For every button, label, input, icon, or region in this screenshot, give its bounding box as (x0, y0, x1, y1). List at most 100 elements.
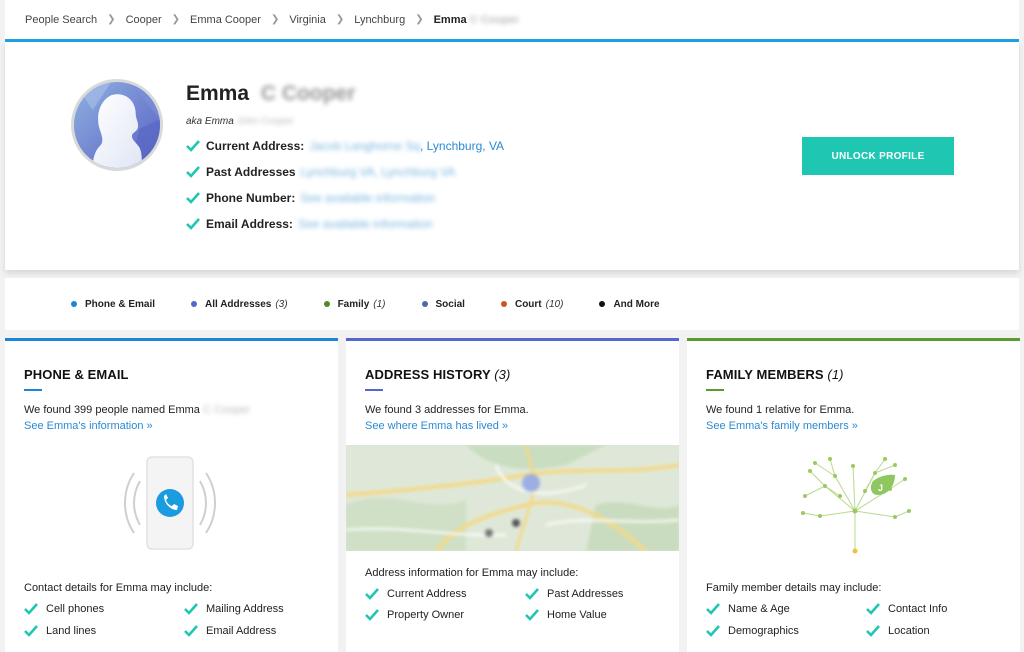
check-icon (365, 588, 379, 600)
check-icon (184, 625, 198, 637)
profile-first-name: Emma (186, 82, 250, 105)
tab-count: (1) (373, 298, 386, 310)
card-found-text: We found 1 relative for Emma. (706, 404, 855, 416)
breadcrumb-lynchburg[interactable]: Lynchburg (354, 14, 405, 26)
tab-label: All Addresses (205, 298, 272, 310)
tab-dot (323, 301, 330, 307)
silhouette-icon (74, 82, 160, 168)
chevron-right-icon: ❯ (171, 14, 181, 25)
tab-social[interactable]: Social (421, 299, 465, 310)
check-icon (706, 603, 720, 615)
current-address-row: Current Address: Jacob Langhorne Sq , Ly… (186, 139, 504, 153)
map-graphic (346, 445, 679, 551)
check-icon (184, 603, 198, 615)
check-icon (186, 166, 200, 178)
category-tabs: Phone & Email All Addresses (3) Family (… (5, 278, 1019, 330)
address-map[interactable] (346, 445, 679, 551)
breadcrumb-current: Emma C Cooper (434, 14, 520, 26)
phone-number-blurred[interactable]: See available information (300, 191, 435, 205)
feature-item: Past Addresses (525, 588, 623, 600)
current-address-value[interactable]: , Lynchburg, VA (420, 139, 504, 153)
feature-item: Current Address (365, 588, 466, 600)
tab-court[interactable]: Court (10) (500, 298, 564, 310)
phone-email-card: PHONE & EMAIL We found 399 people named … (5, 338, 338, 652)
past-addresses-blurred[interactable]: Lynchburg VA, Lynchburg VA (301, 165, 456, 179)
check-icon (24, 625, 38, 637)
see-where-lived-link[interactable]: See where Emma has lived » (365, 420, 508, 432)
chevron-right-icon: ❯ (335, 14, 345, 25)
check-icon (866, 625, 880, 637)
card-title: PHONE & EMAIL (24, 367, 129, 382)
feature-item: Location (866, 625, 930, 637)
breadcrumb-current-blurred: C Cooper (469, 13, 520, 26)
breadcrumb: People Search ❯ Cooper ❯ Emma Cooper ❯ V… (5, 0, 1019, 42)
title-underline (365, 389, 383, 391)
breadcrumb-cooper[interactable]: Cooper (126, 14, 162, 26)
tab-phone-email[interactable]: Phone & Email (71, 299, 155, 310)
check-icon (365, 609, 379, 621)
family-tree-icon: J (801, 457, 911, 554)
feature-item: Name & Age (706, 603, 790, 615)
avatar (71, 79, 163, 171)
feature-item: Email Address (184, 625, 276, 637)
unlock-profile-button[interactable]: UNLOCK PROFILE (802, 137, 954, 175)
tab-and-more[interactable]: And More (599, 298, 660, 310)
see-family-members-link[interactable]: See Emma's family members » (706, 420, 858, 432)
breadcrumb-people-search[interactable]: People Search (25, 14, 97, 26)
email-address-row: Email Address: See available information (186, 217, 433, 231)
feature-item: Home Value (525, 609, 607, 621)
tab-family[interactable]: Family (1) (323, 298, 386, 310)
profile-aka: aka Emma John Cooper (186, 116, 294, 127)
breadcrumb-virginia[interactable]: Virginia (289, 14, 326, 26)
tab-dot (191, 301, 198, 307)
check-icon (24, 603, 38, 615)
profile-card: Emma C Cooper aka Emma John Cooper Curre… (5, 42, 1019, 270)
past-addresses-label: Past Addresses (206, 165, 296, 179)
feature-item: Demographics (706, 625, 799, 637)
tab-count: (3) (275, 298, 288, 310)
chevron-right-icon: ❯ (107, 14, 116, 25)
email-address-blurred[interactable]: See available information (298, 217, 433, 231)
email-address-label: Email Address: (206, 217, 293, 231)
breadcrumb-emma-cooper[interactable]: Emma Cooper (190, 14, 261, 26)
phone-icon (124, 456, 216, 550)
tab-label: Court (514, 298, 542, 310)
profile-aka-label: aka Emma (186, 116, 234, 127)
feature-item: Cell phones (24, 603, 104, 615)
tab-dot (421, 301, 428, 307)
card-found-text: We found 3 addresses for Emma. (365, 404, 529, 416)
breadcrumb-current-name: Emma (433, 13, 467, 26)
tab-label: And More (613, 298, 660, 310)
feature-item: Contact Info (866, 603, 947, 615)
check-icon (525, 588, 539, 600)
card-may-include: Family member details may include: (706, 582, 882, 594)
address-history-card: ADDRESS HISTORY (3) We found 3 addresses… (346, 338, 679, 652)
feature-item: Mailing Address (184, 603, 284, 615)
check-icon (706, 625, 720, 637)
feature-item: Land lines (24, 625, 96, 637)
profile-last-name-blurred: C Cooper (260, 82, 356, 105)
card-title: FAMILY MEMBERS (1) (706, 367, 844, 382)
check-icon (186, 192, 200, 204)
tab-dot (71, 301, 77, 307)
current-address-label: Current Address: (206, 139, 305, 153)
tab-dot (500, 301, 507, 307)
card-may-include: Contact details for Emma may include: (24, 582, 213, 594)
phone-number-label: Phone Number: (206, 191, 296, 205)
title-underline (24, 389, 42, 391)
tab-all-addresses[interactable]: All Addresses (3) (191, 299, 288, 310)
see-information-link[interactable]: See Emma's information » (24, 420, 153, 432)
check-icon (525, 609, 539, 621)
feature-item: Property Owner (365, 609, 464, 621)
check-icon (186, 218, 200, 230)
tab-label: Family (337, 298, 370, 310)
tab-count: (10) (545, 298, 564, 310)
profile-aka-blurred: John Cooper (236, 116, 294, 127)
current-address-blurred[interactable]: Jacob Langhorne Sq (309, 139, 420, 153)
family-members-card: FAMILY MEMBERS (1) We found 1 relative f… (687, 338, 1020, 652)
tab-dot (599, 301, 606, 307)
phone-number-row: Phone Number: See available information (186, 191, 435, 205)
title-underline (706, 389, 724, 391)
tab-label: Phone & Email (85, 298, 156, 310)
check-icon (866, 603, 880, 615)
